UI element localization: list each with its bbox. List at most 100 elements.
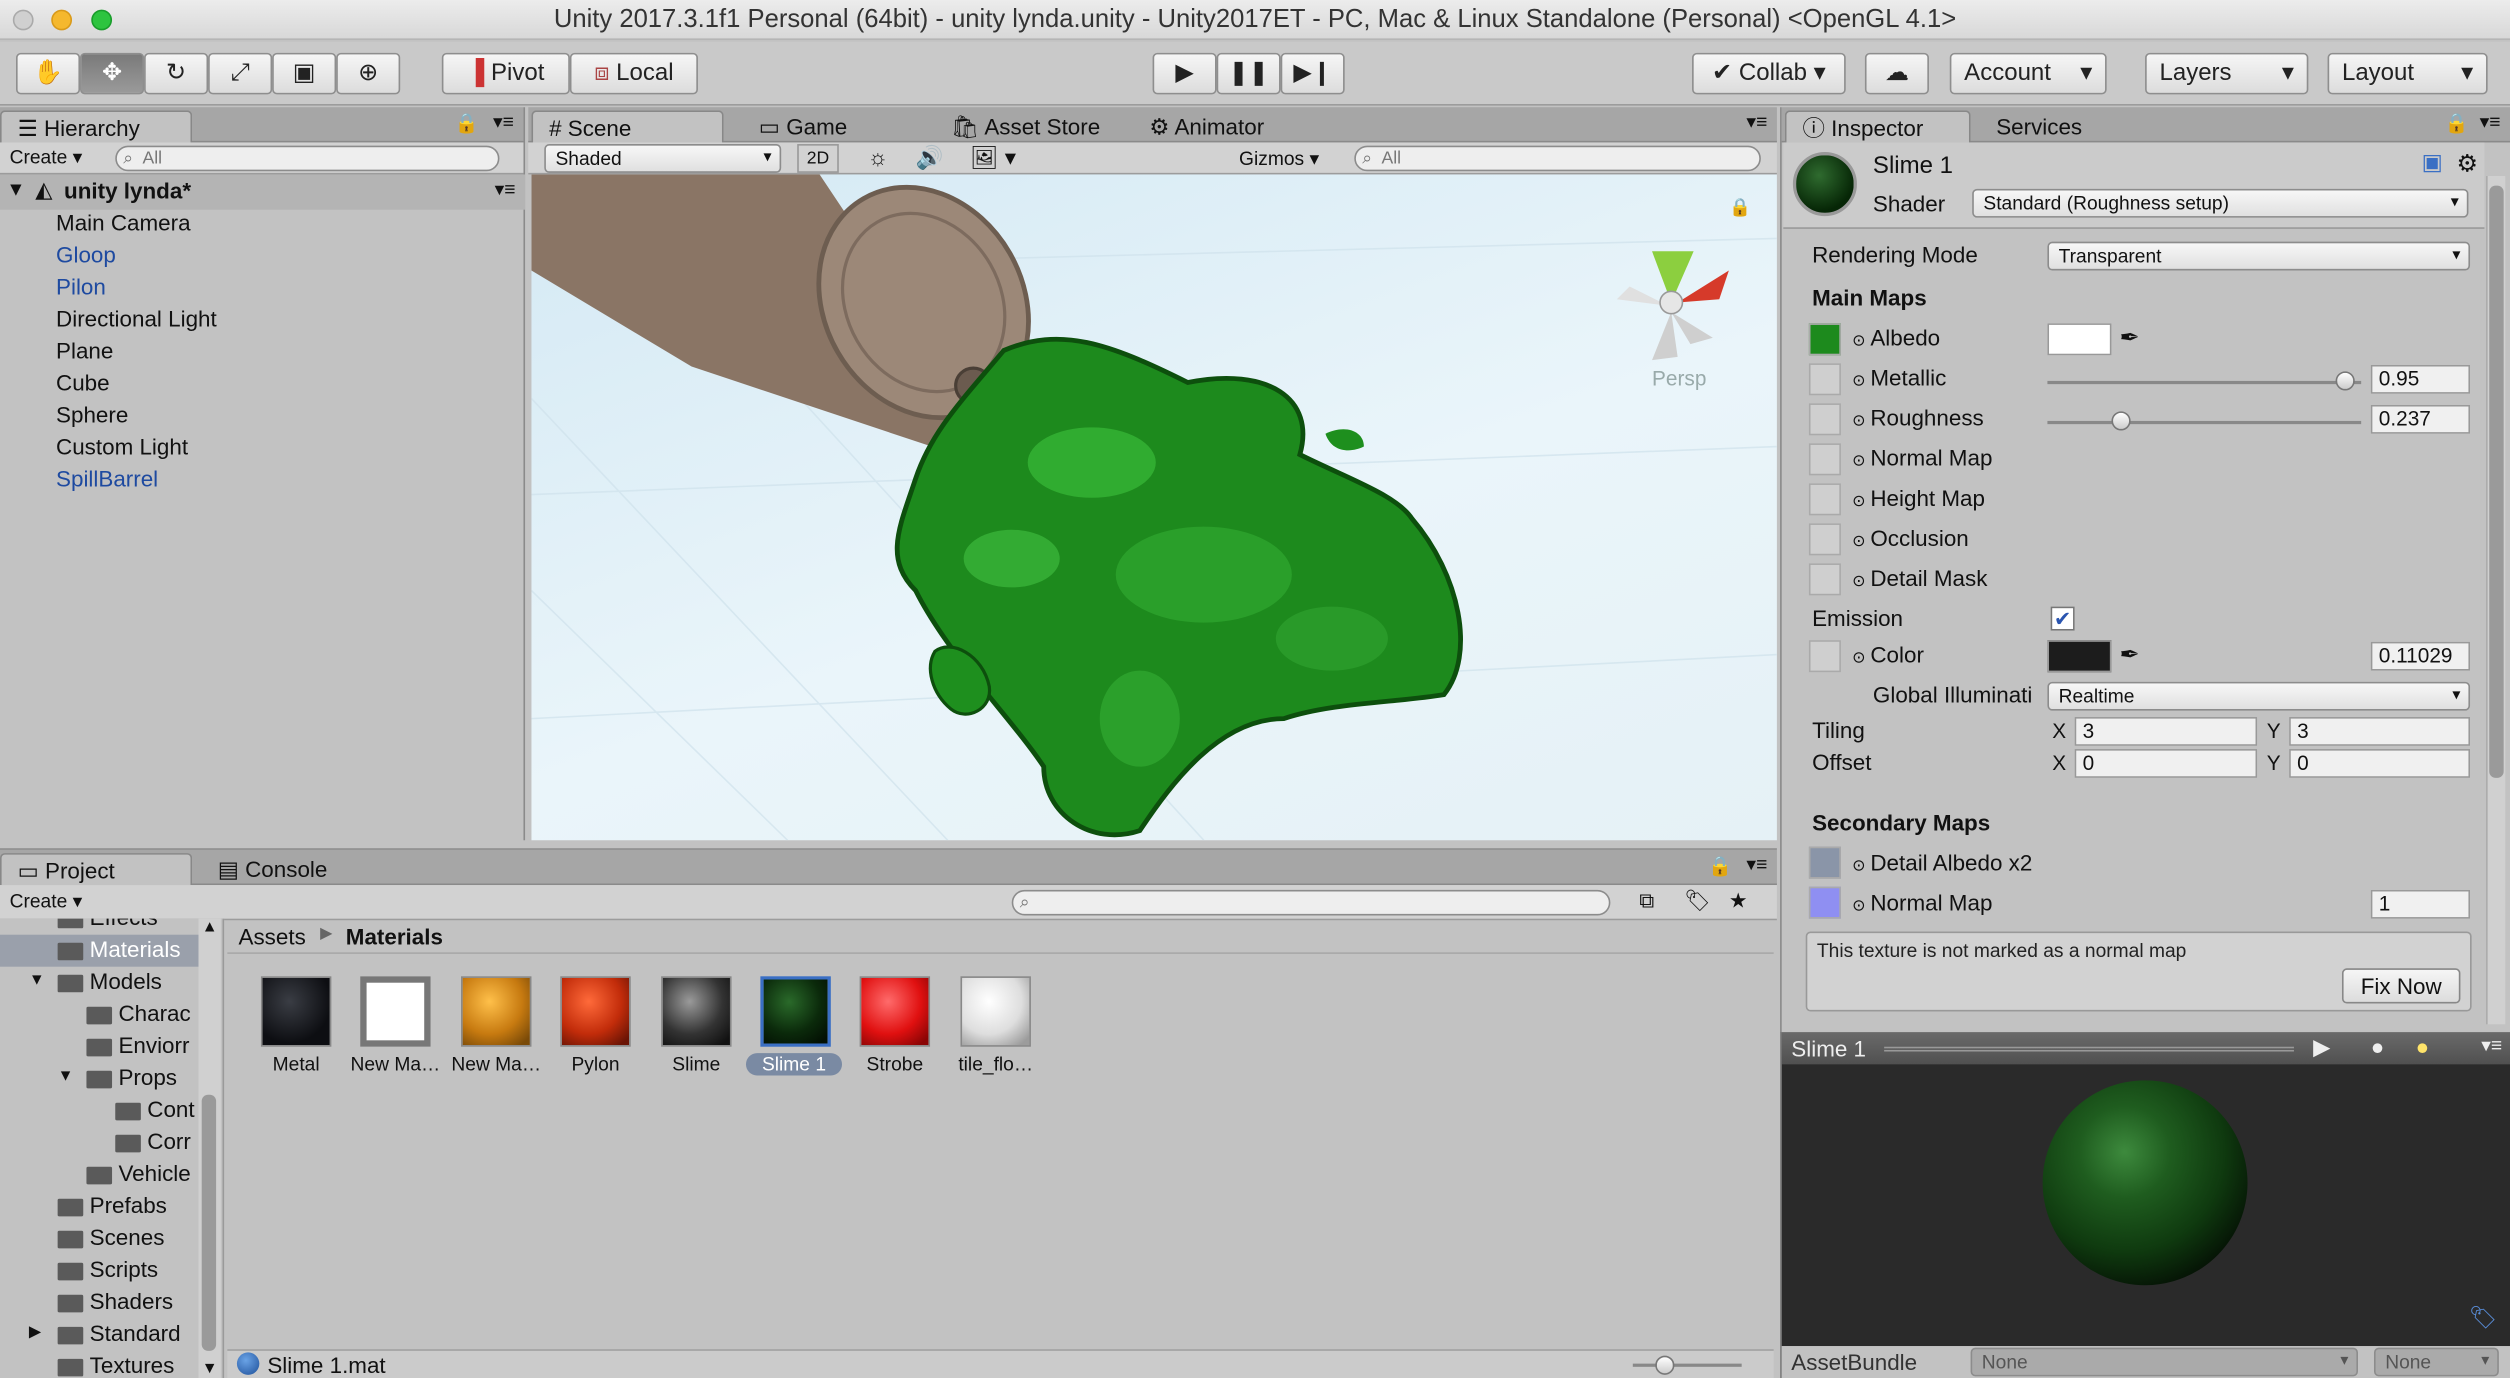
emission-color-swatch[interactable] (2047, 640, 2112, 673)
scene-search-input[interactable]: ⌕ All (1354, 145, 1761, 172)
folder-tree-item[interactable]: Corr (0, 1127, 198, 1159)
thumbnail-size-slider[interactable] (1632, 1363, 1742, 1367)
rotate-tool-button[interactable]: ↻ (144, 52, 209, 95)
hierarchy-search-input[interactable]: ⌕ All (115, 145, 500, 172)
shader-dropdown[interactable]: Standard (Roughness setup) (1972, 188, 2469, 218)
hand-tool-button[interactable]: ✋ (16, 52, 81, 95)
tab-animator[interactable]: ⚙ Animator (1133, 110, 1280, 142)
audio-toggle-icon[interactable]: 🔊 (916, 144, 944, 171)
global-illumination-dropdown[interactable]: Realtime (2047, 681, 2471, 711)
hierarchy-create-button[interactable]: Create ▾ (10, 146, 83, 168)
asset-label-tag-icon[interactable]: 🏷 (2469, 1304, 2497, 1331)
emission-intensity-field[interactable]: 0.11029 (2370, 641, 2471, 671)
folder-tree-item[interactable]: Vehicle (0, 1159, 198, 1191)
occlusion-texture-slot[interactable] (1808, 523, 1841, 556)
folder-tree-item[interactable]: Scenes (0, 1223, 198, 1255)
offset-x-field[interactable]: 0 (2074, 749, 2258, 778)
metallic-texture-slot[interactable] (1808, 363, 1841, 396)
orientation-gizmo[interactable] (1616, 251, 1729, 361)
panel-menu-icon[interactable]: ▾≡ (493, 110, 514, 132)
inspector-scrollbar[interactable] (2486, 176, 2506, 1025)
roughness-value-field[interactable]: 0.237 (2370, 404, 2471, 434)
asset-thumb-new-material-2[interactable] (461, 976, 532, 1047)
folder-tree-item[interactable]: Effects (0, 918, 198, 935)
move-tool-button[interactable]: ✥ (80, 52, 145, 95)
expand-triangle-icon[interactable]: ▼ (58, 1068, 74, 1086)
albedo-texture-slot[interactable] (1808, 323, 1841, 356)
breadcrumb-materials[interactable]: Materials (346, 923, 443, 949)
inspector-scroll-thumb[interactable] (2489, 185, 2504, 778)
detail-mask-texture-slot[interactable] (1808, 563, 1841, 596)
pause-button[interactable]: ❚❚ (1216, 52, 1281, 95)
hierarchy-item[interactable]: Sphere (56, 402, 128, 428)
layers-dropdown[interactable]: Layers ▾ (2145, 52, 2309, 95)
hierarchy-item[interactable]: Plane (56, 338, 113, 364)
emission-checkbox[interactable]: ✔ (2050, 606, 2075, 631)
gear-icon[interactable]: ⚙ (2457, 149, 2479, 177)
step-button[interactable]: ▶❙ (1280, 52, 1345, 95)
scene-viewport[interactable]: Persp 🔒 (531, 174, 1777, 841)
tab-inspector[interactable]: ⓘ Inspector (1784, 110, 1971, 143)
play-preview-icon[interactable]: ▶ (2313, 1034, 2330, 1061)
asset-thumb-tile-floor[interactable] (960, 976, 1031, 1047)
asset-thumb-slime[interactable] (661, 976, 732, 1047)
emission-texture-slot[interactable] (1808, 640, 1841, 673)
eyedropper-icon[interactable]: ✒ (2119, 323, 2139, 352)
panel-menu-icon[interactable]: ▾≡ (1746, 853, 1767, 875)
asset-thumb-pylon[interactable] (560, 976, 631, 1047)
folder-tree-item[interactable]: Textures (0, 1351, 198, 1378)
pivot-toggle[interactable]: ▐ Pivot (441, 52, 570, 95)
expand-triangle-icon[interactable]: ▼ (6, 178, 25, 200)
asset-thumb-metal[interactable] (260, 976, 332, 1047)
thumbnail-size-knob[interactable] (1655, 1355, 1675, 1375)
viewport-lock-icon[interactable]: 🔒 (1729, 197, 1751, 217)
folder-tree-item[interactable]: ▶ Standard (0, 1319, 198, 1351)
albedo-color-swatch[interactable] (2047, 323, 2112, 356)
shading-mode-dropdown[interactable]: Shaded (544, 144, 782, 173)
collab-dropdown[interactable]: ✔ Collab ▾ (1692, 52, 1846, 95)
rendering-mode-dropdown[interactable]: Transparent (2047, 241, 2471, 271)
filter-by-type-icon[interactable]: ⧉ (1639, 888, 1654, 914)
eyedropper-icon[interactable]: ✒ (2119, 640, 2139, 669)
play-button[interactable]: ▶ (1152, 52, 1217, 95)
folder-tree-item[interactable]: ▼ Props (0, 1063, 198, 1095)
tab-game[interactable]: ▭ Game (743, 110, 863, 142)
hierarchy-item[interactable]: Directional Light (56, 306, 217, 332)
zoom-window-button[interactable] (91, 9, 113, 31)
preview-drag-handle[interactable] (1884, 1046, 2294, 1052)
project-create-button[interactable]: Create ▾ (10, 890, 83, 912)
folder-tree-item[interactable]: Prefabs (0, 1191, 198, 1223)
detail-albedo-texture-slot[interactable] (1808, 846, 1841, 879)
hierarchy-item[interactable]: Main Camera (56, 210, 191, 236)
filter-by-label-icon[interactable]: 🏷 (1684, 888, 1710, 914)
tab-project[interactable]: ▭ Project (0, 853, 193, 886)
tab-console[interactable]: ▤ Console (202, 853, 344, 885)
panel-menu-icon[interactable]: ▾≡ (2481, 1034, 2502, 1056)
transform-tool-button[interactable]: ⊕ (336, 52, 401, 95)
minimize-window-button[interactable] (51, 9, 73, 31)
folder-tree-item[interactable]: Cont (0, 1095, 198, 1127)
hierarchy-item[interactable]: Pilon (56, 274, 106, 300)
panel-menu-icon[interactable]: ▾≡ (2480, 110, 2501, 132)
2d-toggle[interactable]: 2D (797, 144, 839, 173)
tree-scrollbar[interactable]: ▲ ▼ (198, 918, 221, 1378)
tab-scene[interactable]: # Scene (531, 110, 724, 143)
roughness-slider-track[interactable] (2047, 420, 2362, 425)
tiling-x-field[interactable]: 3 (2074, 717, 2258, 746)
fix-now-button[interactable]: Fix Now (2341, 968, 2461, 1004)
offset-y-field[interactable]: 0 (2289, 749, 2471, 778)
cloud-button[interactable]: ☁ (1864, 52, 1929, 95)
folder-tree-item[interactable]: Shaders (0, 1287, 198, 1319)
scene-root-row[interactable]: ▼ ◭ unity lynda* ▾≡ (0, 174, 526, 210)
breadcrumb-assets[interactable]: Assets (239, 923, 306, 949)
lock-icon[interactable]: 🔒 (1708, 855, 1732, 877)
expand-triangle-icon[interactable]: ▼ (29, 972, 45, 990)
material-preview-sphere[interactable] (2042, 1080, 2248, 1286)
scene-menu-icon[interactable]: ▾≡ (495, 178, 516, 200)
help-book-icon[interactable]: ▣ (2422, 149, 2443, 176)
sphere-preview-icon[interactable]: ● (2371, 1034, 2385, 1060)
hierarchy-item[interactable]: Custom Light (56, 434, 188, 460)
hierarchy-item[interactable]: Gloop (56, 242, 116, 268)
height-map-texture-slot[interactable] (1808, 483, 1841, 516)
layout-dropdown[interactable]: Layout ▾ (2327, 52, 2488, 95)
